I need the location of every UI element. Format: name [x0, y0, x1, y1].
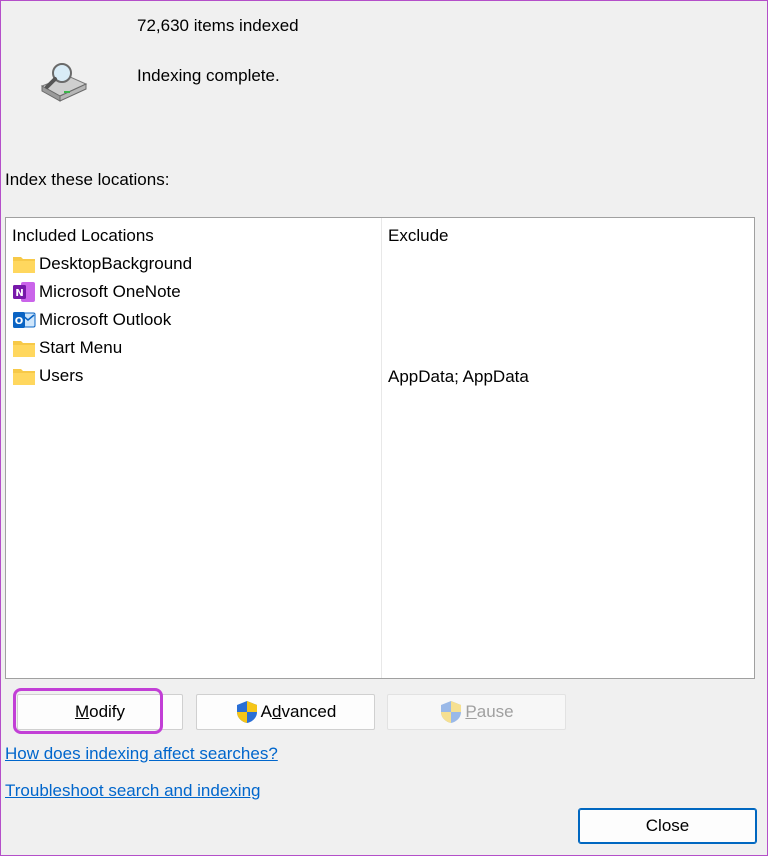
uac-shield-icon — [236, 701, 257, 723]
location-name: Microsoft Outlook — [39, 310, 172, 329]
indexing-status: Indexing complete. — [137, 66, 280, 85]
header-included-locations: Included Locations — [12, 226, 154, 245]
list-item[interactable]: Start Menu — [12, 335, 122, 361]
location-name: Microsoft OneNote — [39, 282, 181, 301]
close-button[interactable]: Close — [578, 808, 757, 844]
folder-icon — [13, 369, 35, 385]
list-item[interactable]: DesktopBackground — [12, 251, 192, 277]
svg-text:N: N — [15, 288, 23, 299]
outlook-icon: O — [13, 312, 36, 328]
pause-accelerator: P — [465, 702, 477, 721]
svg-text:O: O — [15, 316, 24, 327]
modify-highlight-annotation — [13, 688, 163, 734]
list-item[interactable]: O Microsoft Outlook — [12, 307, 171, 333]
location-name: Users — [39, 366, 84, 385]
uac-shield-icon — [441, 701, 462, 723]
list-item[interactable]: N Microsoft OneNote — [12, 279, 181, 305]
pause-label: ause — [476, 702, 514, 721]
advanced-label-pre: A — [260, 702, 273, 721]
indexing-drive-icon — [40, 63, 88, 102]
folder-icon — [13, 257, 35, 273]
column-separator — [381, 218, 382, 678]
advanced-label: vanced — [281, 702, 337, 721]
advanced-accelerator: d — [272, 702, 282, 721]
pause-button[interactable]: Pause — [387, 694, 566, 730]
indexed-count: 72,630 items indexed — [137, 16, 299, 35]
advanced-button[interactable]: Ad vanced — [196, 694, 375, 730]
how-indexing-affects-link[interactable]: How does indexing affect searches? — [5, 744, 278, 764]
locations-list[interactable]: Included Locations Exclude DesktopBackgr… — [5, 217, 755, 679]
troubleshoot-link[interactable]: Troubleshoot search and indexing — [5, 781, 260, 801]
header-exclude: Exclude — [388, 226, 449, 245]
locations-label: Index these locations: — [5, 170, 170, 189]
folder-icon — [13, 341, 35, 357]
location-name: DesktopBackground — [39, 254, 193, 273]
onenote-icon: N — [13, 282, 35, 302]
list-item[interactable]: Users — [12, 363, 83, 389]
exclude-value: AppData; AppData — [388, 367, 529, 386]
location-name: Start Menu — [39, 338, 123, 357]
